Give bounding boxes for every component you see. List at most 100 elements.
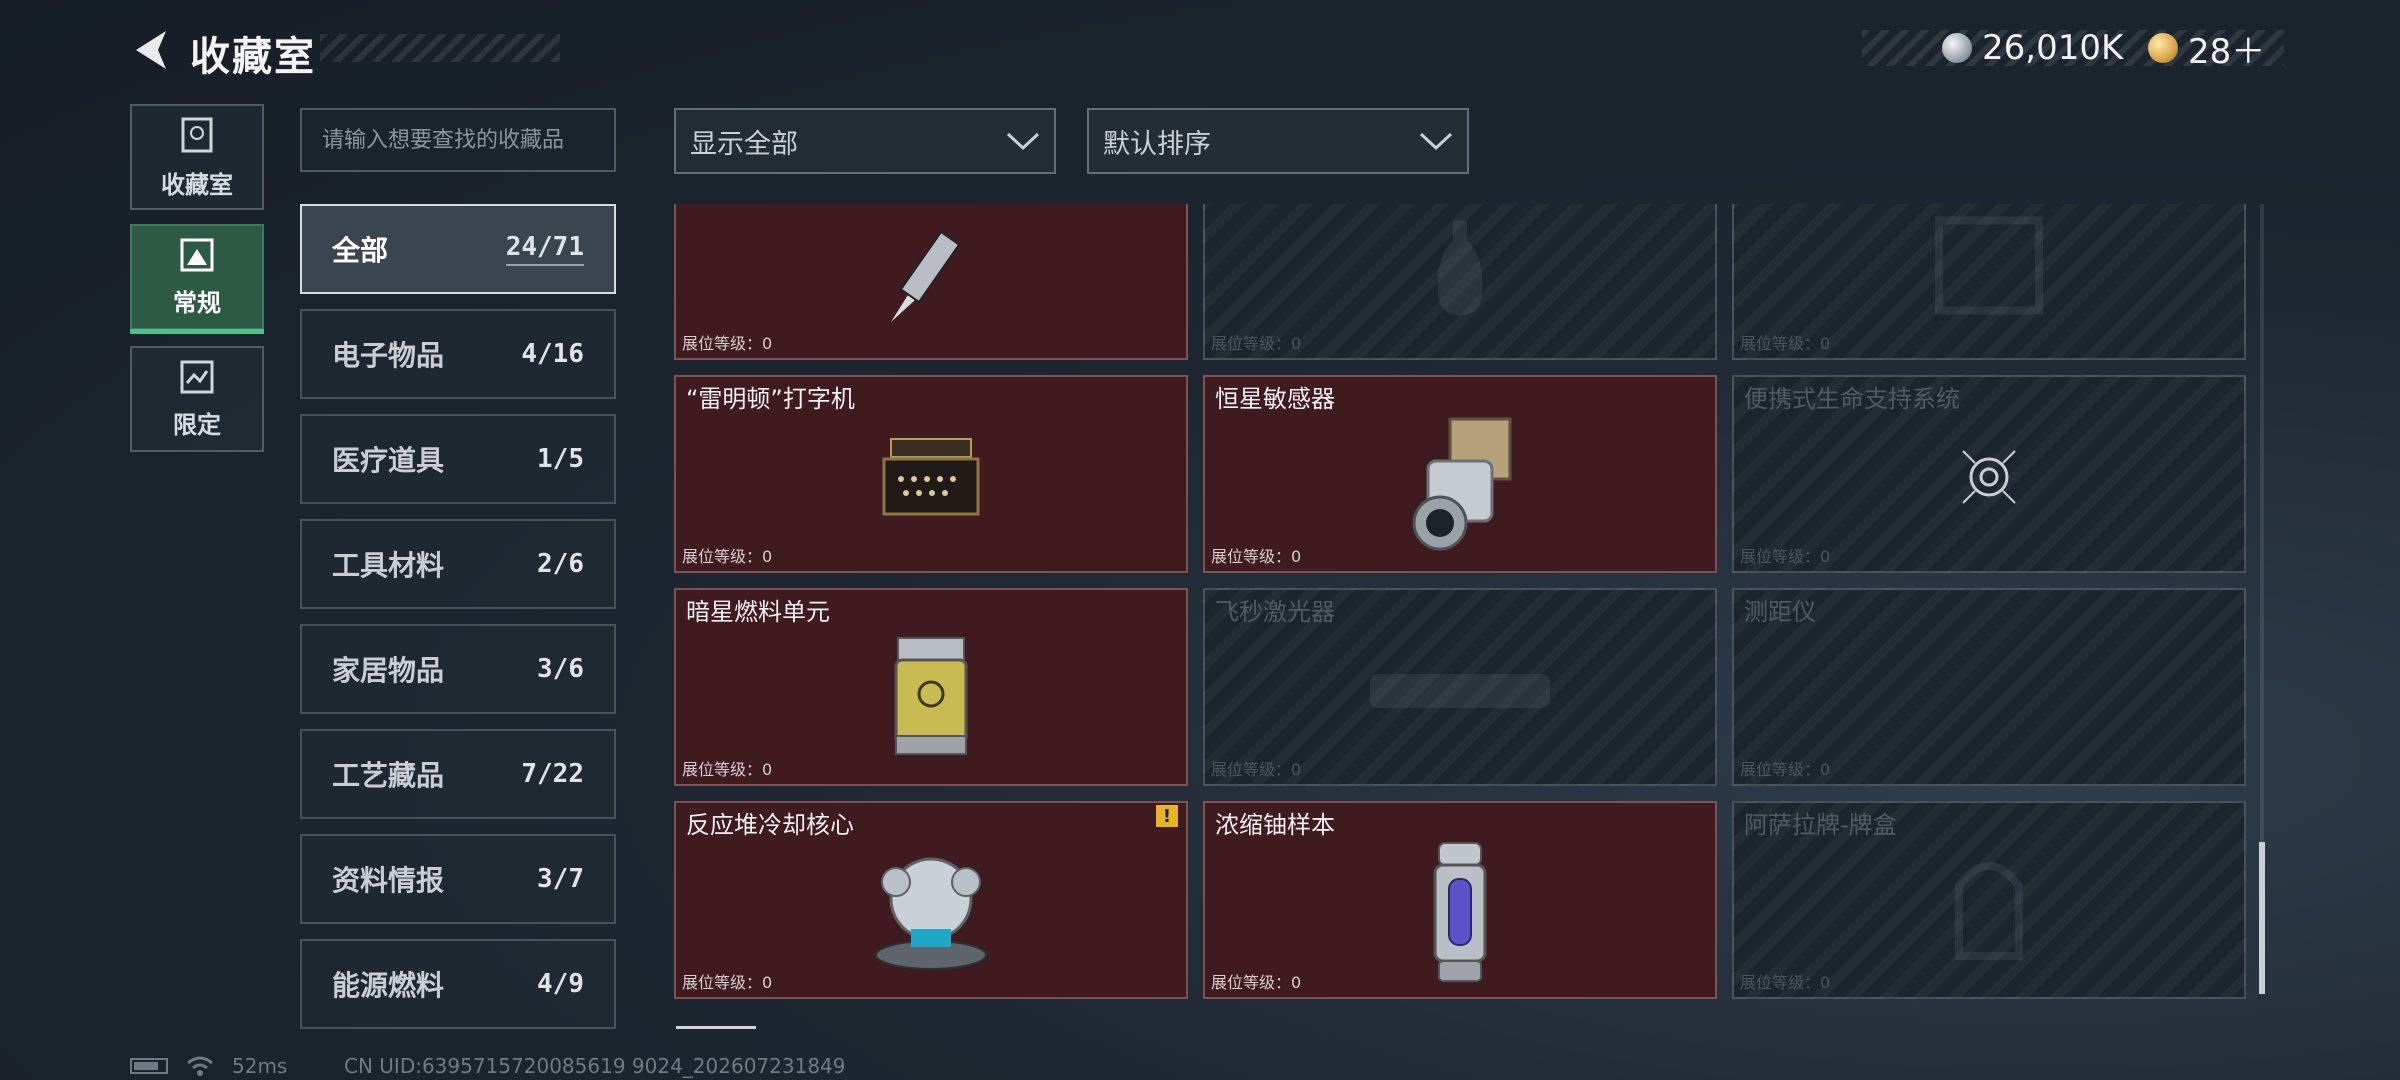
collection-card[interactable]: 阿萨拉牌-牌盒 展位等级：0 [1732, 801, 2246, 999]
nav-label: 限定 [173, 410, 221, 439]
chevron-down-icon [1419, 132, 1453, 151]
booth-level: 展位等级：0 [1211, 334, 1302, 353]
category-count: 4/16 [521, 339, 584, 369]
title-bar: 收藏室 [190, 30, 560, 80]
collection-grid: 展位等级：0 展位等级：0 展位等级：0 “雷明顿”打字机 展位等级：0 恒星敏… [674, 204, 2246, 1030]
category-name: 资料情报 [332, 864, 445, 897]
laser-icon [1370, 674, 1550, 708]
next-section-header [676, 1026, 756, 1039]
collection-card[interactable]: 展位等级：0 [674, 204, 1188, 360]
collection-card[interactable]: 飞秒激光器 展位等级：0 [1203, 588, 1717, 786]
category-electronics[interactable]: 电子物品 4/16 [300, 309, 616, 399]
battery-icon [130, 1058, 168, 1074]
sort-dropdown[interactable]: 默认排序 [1087, 108, 1469, 174]
booth-level: 展位等级：0 [682, 547, 773, 566]
pen-knife-icon [891, 230, 961, 322]
chevron-down-icon [1006, 132, 1040, 151]
category-household[interactable]: 家居物品 3/6 [300, 624, 616, 714]
warning-badge-icon: ! [1156, 805, 1178, 827]
category-all[interactable]: 全部 24/71 [300, 204, 616, 294]
uranium-sample-icon [1433, 842, 1487, 982]
page-title: 收藏室 [190, 34, 316, 80]
display-filter-dropdown[interactable]: 显示全部 [674, 108, 1056, 174]
category-count: 3/6 [537, 654, 584, 684]
search-input[interactable] [300, 108, 616, 172]
collection-card[interactable]: 测距仪 展位等级：0 [1732, 588, 2246, 786]
category-intel[interactable]: 资料情报 3/7 [300, 834, 616, 924]
currency-bar: 26,010K 28＋ [1862, 28, 2284, 72]
card-box-icon [1955, 862, 2023, 960]
booth-level: 展位等级：0 [1211, 760, 1302, 779]
silver-amount: 26,010K [1982, 28, 2124, 68]
gold-amount: 28＋ [2188, 31, 2266, 72]
status-bar: 52ms [130, 1054, 287, 1078]
nav-regular[interactable]: 常规 [130, 224, 264, 334]
booth-level: 展位等级：0 [682, 760, 773, 779]
frame-icon [1935, 216, 2043, 315]
item-name: 测距仪 [1744, 598, 1816, 626]
ping-text: 52ms [232, 1054, 288, 1078]
regular-icon [180, 238, 214, 271]
item-name: 阿萨拉牌-牌盒 [1744, 811, 1897, 839]
category-count: 7/22 [521, 759, 584, 789]
category-name: 全部 [332, 234, 389, 267]
category-name: 工艺藏品 [332, 759, 445, 792]
item-name: 飞秒激光器 [1215, 598, 1335, 626]
category-tools[interactable]: 工具材料 2/6 [300, 519, 616, 609]
scrollbar-thumb[interactable] [2259, 842, 2265, 994]
collection-room-icon [181, 117, 213, 152]
category-name: 医疗道具 [332, 444, 445, 477]
item-name: 反应堆冷却核心 [686, 811, 854, 839]
category-count: 1/5 [537, 444, 584, 474]
sort-label: 默认排序 [1103, 128, 1211, 160]
currency-gold: 28＋ [2148, 30, 2265, 72]
uid-text: CN UID:6395715720085619 9024_20260723184… [344, 1054, 846, 1078]
booth-level: 展位等级：0 [1740, 973, 1831, 992]
collection-card[interactable]: 浓缩铀样本 展位等级：0 [1203, 801, 1717, 999]
back-button[interactable] [126, 22, 176, 78]
booth-level: 展位等级：0 [1740, 760, 1831, 779]
category-count: 4/9 [537, 969, 584, 999]
typewriter-icon [882, 438, 980, 516]
currency-silver: 26,010K [1942, 28, 2124, 68]
nav-collection-room[interactable]: 收藏室 [130, 104, 264, 210]
nav-label: 常规 [173, 288, 221, 317]
nav-label: 收藏室 [161, 170, 233, 199]
title-decoration [320, 34, 560, 62]
category-medical[interactable]: 医疗道具 1/5 [300, 414, 616, 504]
collection-card[interactable]: 便携式生命支持系统 展位等级：0 [1732, 375, 2246, 573]
collection-card[interactable]: “雷明顿”打字机 展位等级：0 [674, 375, 1188, 573]
booth-level: 展位等级：0 [682, 334, 773, 353]
booth-level: 展位等级：0 [682, 973, 773, 992]
vase-icon [1437, 220, 1483, 316]
item-name: 暗星燃料单元 [686, 598, 830, 626]
display-filter-label: 显示全部 [690, 128, 798, 160]
collection-card[interactable]: 恒星敏感器 展位等级：0 [1203, 375, 1717, 573]
nav-limited[interactable]: 限定 [130, 346, 264, 452]
category-name: 能源燃料 [332, 969, 445, 1002]
booth-level: 展位等级：0 [1740, 547, 1831, 566]
category-name: 工具材料 [332, 549, 445, 582]
limited-icon [180, 360, 214, 393]
life-support-icon [1962, 450, 2016, 504]
item-name: 浓缩铀样本 [1215, 811, 1335, 839]
silver-coin-icon [1942, 33, 1972, 63]
category-energy[interactable]: 能源燃料 4/9 [300, 939, 616, 1029]
collection-card[interactable]: 展位等级：0 [1203, 204, 1717, 360]
back-arrow-icon [136, 31, 166, 69]
collection-card[interactable]: 暗星燃料单元 展位等级：0 [674, 588, 1188, 786]
category-name: 家居物品 [332, 654, 445, 687]
reactor-core-icon [875, 857, 987, 970]
gold-coin-icon [2148, 33, 2178, 63]
fuel-canister-icon [894, 637, 968, 755]
collection-card[interactable]: 反应堆冷却核心 ! 展位等级：0 [674, 801, 1188, 999]
booth-level: 展位等级：0 [1211, 973, 1302, 992]
star-sensor-icon [1412, 417, 1512, 551]
item-name: “雷明顿”打字机 [686, 385, 855, 413]
category-crafts[interactable]: 工艺藏品 7/22 [300, 729, 616, 819]
booth-level: 展位等级：0 [1740, 334, 1831, 353]
collection-card[interactable]: 展位等级：0 [1732, 204, 2246, 360]
category-name: 电子物品 [332, 339, 445, 372]
category-count: 24/71 [505, 232, 584, 266]
item-name: 恒星敏感器 [1215, 385, 1335, 413]
